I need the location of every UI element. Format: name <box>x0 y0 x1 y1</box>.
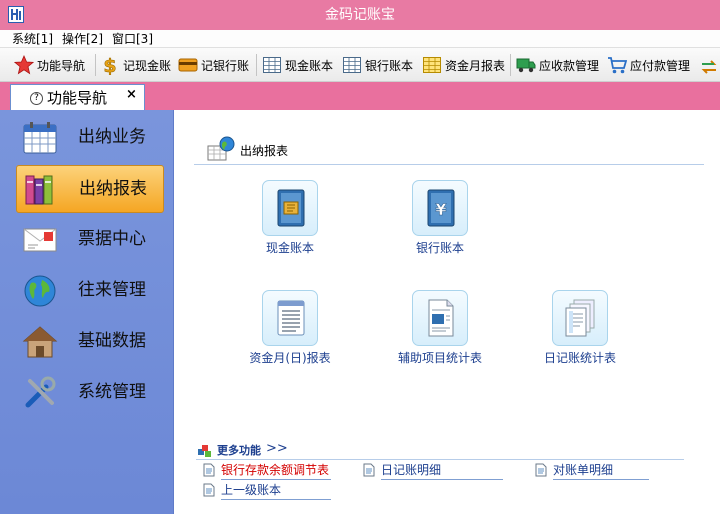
sidebar-item-cashier-business[interactable]: 出纳业务 <box>16 114 164 162</box>
sidebar: 出纳业务 出纳报表 票据中心 往来管理 基础数据 系统管理 <box>0 110 174 514</box>
toolbar-receivable-label: 应收款管理 <box>539 58 600 73</box>
tab-label: 功能导航 <box>47 89 108 107</box>
tab-strip: ? 功能导航 × <box>0 82 720 110</box>
more-functions-arrows[interactable]: >> <box>266 441 288 457</box>
sidebar-item-base-data[interactable]: 基础数据 <box>16 318 164 366</box>
bank-card-icon <box>178 58 198 72</box>
globe-icon <box>24 275 56 307</box>
truck-icon <box>516 58 536 73</box>
report-globe-icon <box>207 136 235 161</box>
document-icon <box>203 463 215 477</box>
section-divider <box>194 164 704 165</box>
report-cash-ledger[interactable]: 现金账本 <box>230 180 350 260</box>
sidebar-item-label: 系统管理 <box>78 382 146 402</box>
cash-ledger-icon <box>277 189 305 227</box>
link-label: 对账单明细 <box>553 463 614 477</box>
toolbar-monthly-report-button[interactable]: 资金月报表 <box>422 53 505 77</box>
more-functions-label: 更多功能 <box>217 444 261 457</box>
dollar-icon: $ <box>103 55 117 75</box>
more-functions-icon <box>198 445 211 457</box>
document-icon <box>535 463 547 477</box>
report-journal-stats[interactable]: 日记账统计表 <box>520 290 640 370</box>
report-label: 资金月(日)报表 <box>249 351 331 365</box>
title-bar: 金码记账宝 <box>0 0 720 30</box>
link-parent-ledger[interactable]: 上一级账本 <box>203 481 343 500</box>
menu-window[interactable]: 窗口[3] <box>112 31 153 47</box>
star-icon <box>14 55 34 75</box>
tab-function-nav[interactable]: ? 功能导航 × <box>10 84 145 110</box>
ledger-grid-icon <box>343 57 361 73</box>
link-label: 日记账明细 <box>381 463 442 477</box>
svg-text:¥: ¥ <box>435 200 446 219</box>
toolbar-nav-button[interactable]: 功能导航 <box>14 53 85 77</box>
toolbar-cash-ledger-label: 现金账本 <box>285 58 334 73</box>
report-bank-ledger[interactable]: ¥ 银行账本 <box>380 180 500 260</box>
sidebar-item-contacts-management[interactable]: 往来管理 <box>16 267 164 315</box>
toolbar-payable-label: 应付款管理 <box>630 58 691 73</box>
overflow-arrows-icon[interactable] <box>700 60 718 74</box>
toolbar-bank-entry-button[interactable]: 记银行账 <box>178 53 249 77</box>
sidebar-item-label: 出纳报表 <box>79 179 147 199</box>
report-label: 日记账统计表 <box>543 351 616 365</box>
books-icon <box>25 175 53 205</box>
close-icon[interactable]: × <box>126 86 137 104</box>
report-fund-monthly-daily[interactable]: 资金月(日)报表 <box>230 290 350 370</box>
toolbar-cash-entry-label: 记现金账 <box>123 58 172 73</box>
toolbar-cash-entry-button[interactable]: $ 记现金账 <box>100 53 171 77</box>
cart-icon <box>608 57 627 74</box>
toolbar: 功能导航 $ 记现金账 记银行账 现金账本 银行账本 资金月报表 应收款管理 应… <box>0 48 720 82</box>
calendar-icon <box>23 122 57 154</box>
sidebar-item-label: 票据中心 <box>78 229 146 249</box>
window-title: 金码记账宝 <box>325 7 395 23</box>
report-label: 现金账本 <box>265 241 314 255</box>
toolbar-receivable-button[interactable]: 应收款管理 <box>516 53 599 77</box>
sidebar-item-cashier-reports[interactable]: 出纳报表 <box>16 165 164 213</box>
document-icon <box>363 463 375 477</box>
section-title: 出纳报表 <box>240 144 289 158</box>
document-icon <box>203 483 215 497</box>
toolbar-cash-ledger-button[interactable]: 现金账本 <box>262 53 333 77</box>
toolbar-nav-label: 功能导航 <box>37 58 86 73</box>
document-stack-icon <box>565 299 595 337</box>
svg-text:$: $ <box>103 55 116 75</box>
notepad-icon <box>277 300 305 336</box>
sidebar-item-label: 出纳业务 <box>78 127 146 147</box>
sidebar-item-bill-center[interactable]: 票据中心 <box>16 216 164 264</box>
toolbar-payable-button[interactable]: 应付款管理 <box>607 53 690 77</box>
menu-system[interactable]: 系统[1] <box>12 31 53 47</box>
link-statement-detail[interactable]: 对账单明细 <box>535 461 675 480</box>
report-label: 银行账本 <box>415 241 464 255</box>
link-label: 银行存款余额调节表 <box>221 463 330 477</box>
menu-bar: 系统[1] 操作[2] 窗口[3] <box>0 30 720 48</box>
envelope-stamp-icon <box>23 228 57 252</box>
main-panel: 出纳报表 现金账本 ¥ 银行账本 资金月(日)报表 辅助项目统计表 日记账统计表… <box>174 110 720 514</box>
house-icon <box>22 326 58 358</box>
toolbar-bank-entry-label: 记银行账 <box>201 58 250 73</box>
sidebar-item-label: 基础数据 <box>78 331 146 351</box>
document-chart-icon <box>428 299 454 337</box>
ledger-grid-icon <box>263 57 281 73</box>
menu-operation[interactable]: 操作[2] <box>62 31 103 47</box>
toolbar-monthly-report-label: 资金月报表 <box>445 58 506 73</box>
toolbar-bank-ledger-button[interactable]: 银行账本 <box>342 53 413 77</box>
help-icon[interactable]: ? <box>30 92 43 105</box>
link-bank-reconciliation[interactable]: 银行存款余额调节表 <box>203 461 343 480</box>
bank-ledger-icon: ¥ <box>427 189 455 227</box>
link-label: 上一级账本 <box>221 483 282 497</box>
more-divider <box>196 459 684 460</box>
toolbar-bank-ledger-label: 银行账本 <box>365 58 414 73</box>
tools-icon <box>25 376 56 408</box>
monthly-report-icon <box>423 57 441 73</box>
report-label: 辅助项目统计表 <box>397 351 482 365</box>
sidebar-item-label: 往来管理 <box>78 280 146 300</box>
report-auxiliary-item-stats[interactable]: 辅助项目统计表 <box>380 290 500 370</box>
link-journal-detail[interactable]: 日记账明细 <box>363 461 503 480</box>
sidebar-item-system-management[interactable]: 系统管理 <box>16 369 164 417</box>
